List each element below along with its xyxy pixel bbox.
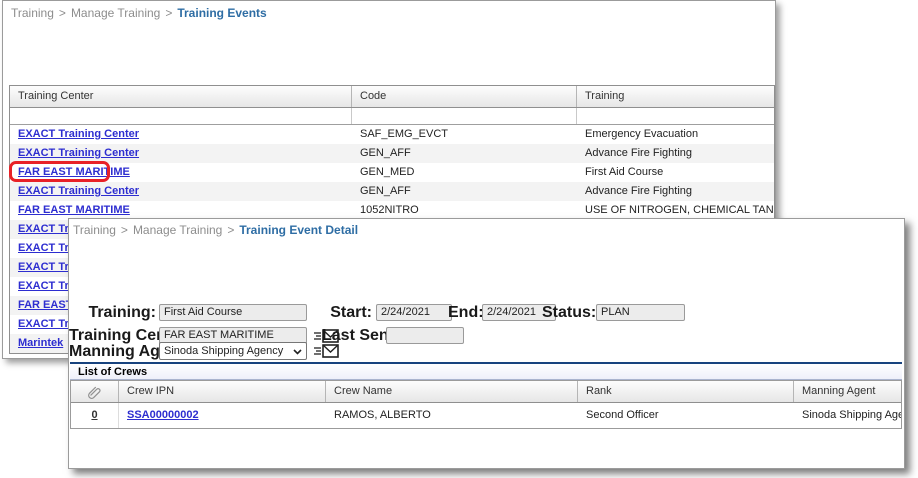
breadcrumb-current-page: Training Events bbox=[177, 6, 266, 20]
breadcrumb: Training > Manage Training > Training Event … bbox=[73, 223, 358, 237]
filter-training[interactable] bbox=[577, 108, 774, 124]
last-sent-field[interactable] bbox=[386, 327, 464, 344]
training-center-label: Training Center: bbox=[69, 328, 156, 343]
column-header-training[interactable]: Training bbox=[577, 86, 774, 107]
column-header-rank[interactable]: Rank bbox=[578, 381, 794, 402]
crew-row: 0 SSA00000002 RAMOS, ALBERTO Second Offi… bbox=[71, 403, 901, 428]
filter-training-center[interactable] bbox=[10, 108, 352, 124]
crew-table: Crew IPN Crew Name Rank Manning Agent 0 … bbox=[70, 380, 902, 429]
status-label: Status: bbox=[542, 305, 592, 320]
breadcrumb: Training > Manage Training > Training Events bbox=[11, 6, 267, 20]
training-cell: First Aid Course bbox=[577, 163, 774, 182]
training-center-link[interactable]: EXACT Training Center bbox=[18, 128, 139, 140]
table-row: EXACT Training Center GEN_AFF Advance Fi… bbox=[10, 144, 774, 163]
training-field[interactable]: First Aid Course bbox=[159, 304, 307, 321]
manning-agent-select[interactable]: Sinoda Shipping Agency bbox=[159, 342, 307, 360]
column-header-crew-name[interactable]: Crew Name bbox=[326, 381, 578, 402]
code-cell: SAF_EMG_EVCT bbox=[352, 125, 577, 144]
last-sent-label: Last Sent: bbox=[322, 328, 382, 343]
column-header-attachments[interactable] bbox=[71, 381, 119, 402]
breadcrumb-item-training[interactable]: Training bbox=[11, 6, 54, 20]
attachment-count-link[interactable]: 0 bbox=[91, 409, 97, 421]
filter-row bbox=[10, 108, 774, 125]
breadcrumb-separator: > bbox=[59, 6, 66, 20]
table-row: EXACT Training Center SAF_EMG_EVCT Emerg… bbox=[10, 125, 774, 144]
column-header-training-center[interactable]: Training Center bbox=[10, 86, 352, 107]
chevron-down-icon bbox=[293, 349, 302, 355]
code-cell: GEN_AFF bbox=[352, 182, 577, 201]
table-row: EXACT Training Center GEN_AFF Advance Fi… bbox=[10, 182, 774, 201]
column-header-crew-ipn[interactable]: Crew IPN bbox=[119, 381, 326, 402]
screen: Training > Manage Training > Training Events… bbox=[0, 0, 918, 478]
start-field[interactable]: 2/24/2021 bbox=[376, 304, 452, 321]
code-cell: GEN_AFF bbox=[352, 144, 577, 163]
table-header-row: Training Center Code Training bbox=[10, 86, 774, 108]
training-event-detail-window: Training > Manage Training > Training Event … bbox=[68, 218, 905, 469]
crew-section-title: List of Crews bbox=[78, 366, 147, 378]
crew-name-cell: RAMOS, ALBERTO bbox=[326, 403, 578, 428]
paperclip-icon bbox=[87, 384, 102, 399]
manning-agent-selected-value: Sinoda Shipping Agency bbox=[164, 345, 283, 357]
rank-cell: Second Officer bbox=[578, 403, 794, 428]
code-cell: GEN_MED bbox=[352, 163, 577, 182]
breadcrumb-item-manage-training[interactable]: Manage Training bbox=[133, 223, 222, 237]
training-label: Training: bbox=[69, 305, 156, 320]
training-cell: Emergency Evacuation bbox=[577, 125, 774, 144]
table-row-highlighted: FAR EAST MARITIME GEN_MED First Aid Cour… bbox=[10, 163, 774, 182]
manning-agent-label: Manning Agent: bbox=[69, 344, 156, 359]
crew-table-header-row: Crew IPN Crew Name Rank Manning Agent bbox=[71, 381, 901, 403]
column-header-code[interactable]: Code bbox=[352, 86, 577, 107]
filter-code[interactable] bbox=[352, 108, 577, 124]
training-center-link[interactable]: FAR EAST MARITIME bbox=[18, 204, 130, 216]
breadcrumb-separator: > bbox=[121, 223, 128, 237]
start-label: Start: bbox=[312, 305, 372, 320]
training-center-link[interactable]: EXACT Training Center bbox=[18, 147, 139, 159]
training-center-link[interactable]: FAR EAST MARITIME bbox=[18, 166, 130, 178]
breadcrumb-item-manage-training[interactable]: Manage Training bbox=[71, 6, 160, 20]
breadcrumb-separator: > bbox=[227, 223, 234, 237]
status-field[interactable]: PLAN bbox=[596, 304, 685, 321]
crew-ipn-link[interactable]: SSA00000002 bbox=[127, 409, 199, 421]
breadcrumb-current-page: Training Event Detail bbox=[239, 223, 358, 237]
send-to-manning-agent-button[interactable] bbox=[314, 342, 340, 360]
breadcrumb-item-training[interactable]: Training bbox=[73, 223, 116, 237]
manning-agent-cell: Sinoda Shipping Agency bbox=[794, 403, 901, 428]
end-label: End: bbox=[448, 305, 478, 320]
training-center-link[interactable]: Marintek bbox=[18, 337, 63, 349]
crew-section-header: List of Crews bbox=[70, 362, 902, 380]
breadcrumb-separator: > bbox=[165, 6, 172, 20]
column-header-manning-agent[interactable]: Manning Agent bbox=[794, 381, 901, 402]
send-mail-icon bbox=[314, 342, 340, 360]
training-center-link[interactable]: EXACT Training Center bbox=[18, 185, 139, 197]
training-cell: Advance Fire Fighting bbox=[577, 144, 774, 163]
training-cell: Advance Fire Fighting bbox=[577, 182, 774, 201]
